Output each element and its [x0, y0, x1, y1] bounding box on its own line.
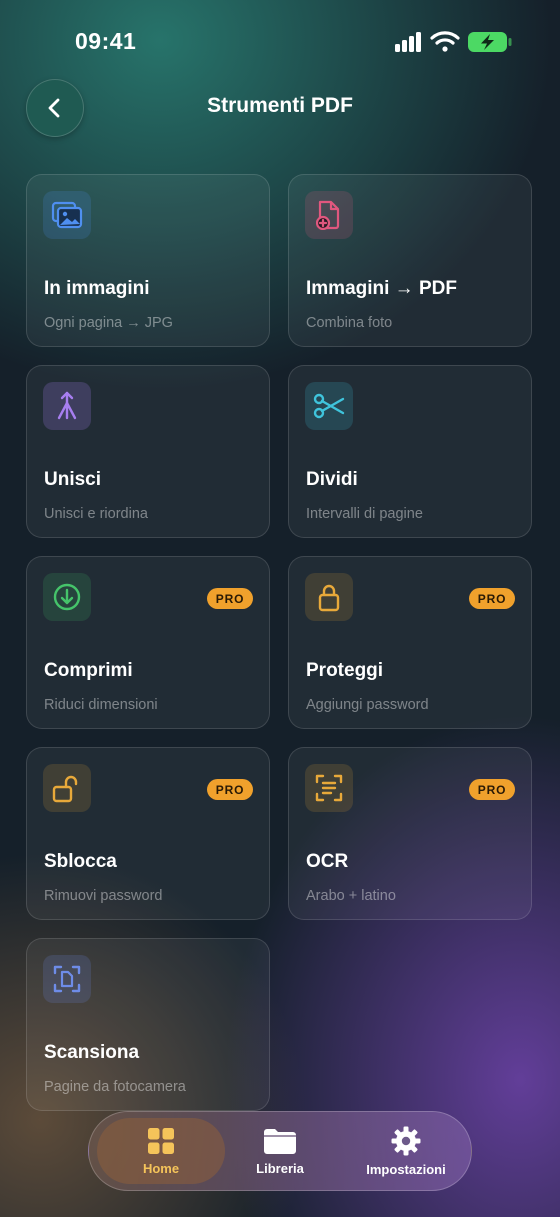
folder-icon [264, 1128, 296, 1154]
tool-card-dividi[interactable]: Dividi Intervalli di pagine [288, 365, 532, 538]
merge-icon [43, 382, 91, 430]
images-icon [43, 191, 91, 239]
tool-subtitle: Intervalli di pagine [306, 506, 423, 522]
tool-subtitle: Riduci dimensioni [44, 697, 158, 713]
tab-home[interactable]: Home [97, 1112, 225, 1190]
gear-icon [391, 1126, 421, 1155]
wifi-icon [430, 31, 460, 52]
tool-subtitle: Aggiungi password [306, 697, 429, 713]
tool-subtitle: Arabo + latino [306, 888, 396, 904]
file-plus-icon [305, 191, 353, 239]
tool-subtitle: Combina foto [306, 315, 393, 331]
tab-libreria[interactable]: Libreria [225, 1112, 335, 1190]
tool-card-ocr[interactable]: PRO OCR Arabo + latino [288, 747, 532, 920]
tool-title: OCR [306, 851, 349, 872]
pro-badge: PRO [469, 779, 515, 800]
tool-subtitle: Rimuovi password [44, 888, 163, 904]
tab-label: Libreria [256, 1160, 304, 1176]
tool-title: Proteggi [306, 660, 384, 681]
tool-title: Unisci [44, 469, 102, 490]
battery-icon [468, 32, 512, 52]
tab-label: Home [142, 1160, 180, 1176]
page-title: Strumenti PDF [207, 94, 353, 117]
tool-subtitle: Ogni pagina → JPG [44, 315, 173, 331]
tool-title: Comprimi [44, 660, 133, 681]
pro-badge: PRO [469, 588, 515, 609]
tool-title: Dividi [306, 469, 358, 490]
tool-card-scansiona[interactable]: Scansiona Pagine da fotocamera [26, 938, 270, 1111]
tool-title: In immagini [44, 278, 150, 299]
tool-card-unisci[interactable]: Unisci Unisci e riordina [26, 365, 270, 538]
download-circle-icon [43, 573, 91, 621]
tool-card-immagini-pdf[interactable]: Immagini → PDF Combina foto [288, 174, 532, 347]
tool-card-in-immagini[interactable]: In immagini Ogni pagina → JPG [26, 174, 270, 347]
pro-badge: PRO [207, 588, 253, 609]
tab-label: Impostazioni [366, 1161, 446, 1177]
tool-subtitle: Pagine da fotocamera [44, 1079, 186, 1095]
document-scan-icon [43, 955, 91, 1003]
tool-card-sblocca[interactable]: PRO Sblocca Rimuovi password [26, 747, 270, 920]
signal-icon [395, 32, 423, 52]
tool-title: Immagini → PDF [306, 278, 457, 299]
unlock-icon [43, 764, 91, 812]
status-time: 09:41 [75, 28, 137, 54]
tool-card-comprimi[interactable]: PRO Comprimi Riduci dimensioni [26, 556, 270, 729]
scissors-icon [305, 382, 353, 430]
pro-badge: PRO [207, 779, 253, 800]
tab-impostazioni[interactable]: Impostazioni [341, 1112, 471, 1190]
tool-card-proteggi[interactable]: PRO Proteggi Aggiungi password [288, 556, 532, 729]
status-bar: 09:41 [0, 0, 560, 80]
grid-icon [148, 1127, 174, 1154]
text-scan-icon [305, 764, 353, 812]
tab-bar: Home Libreria Impostazioni [88, 1111, 472, 1191]
tool-title: Sblocca [44, 851, 117, 872]
tool-title: Scansiona [44, 1042, 140, 1063]
lock-icon [305, 573, 353, 621]
tool-subtitle: Unisci e riordina [44, 506, 148, 522]
